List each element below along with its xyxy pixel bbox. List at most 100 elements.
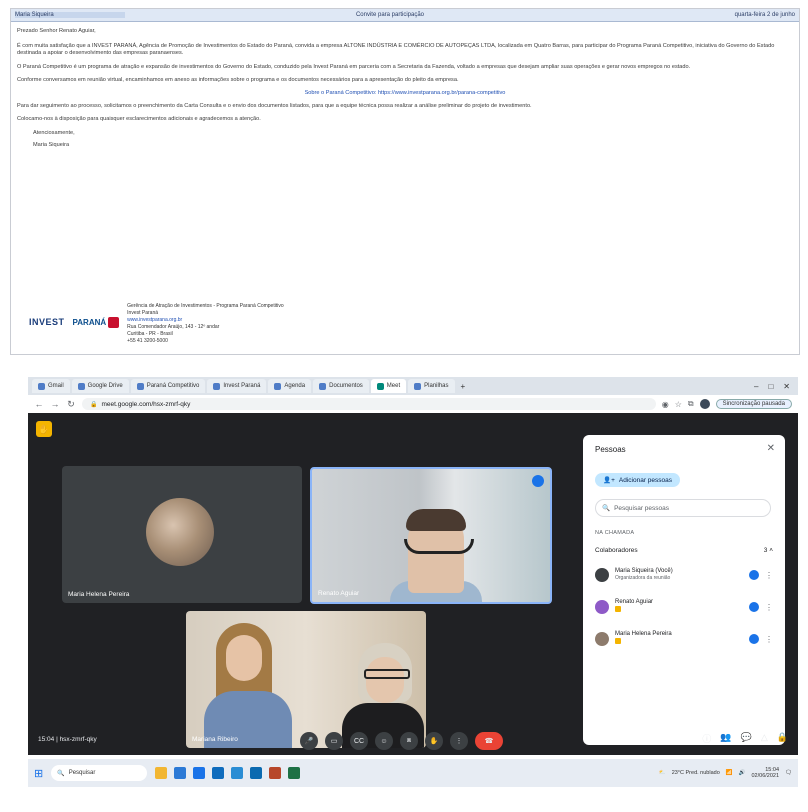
tab-label: Invest Paraná [223,383,261,389]
contributors-group[interactable]: Colaboradores 3 ˄ [595,543,773,557]
email-header-bar: Maria Siqueira Convite para participação… [11,9,799,22]
taskbar-date: 02/06/2021 [751,773,780,779]
close-window-icon[interactable]: ✕ [779,382,794,391]
participant-tile-speaking[interactable]: Renato Aguiar [310,467,552,604]
edge-icon[interactable] [193,767,206,779]
sig-line: Invest Paraná [127,310,159,316]
more-options-icon[interactable]: ⋮ [765,603,773,612]
maximize-icon[interactable]: □ [764,382,777,391]
more-options-icon[interactable]: ⋮ [765,635,773,644]
chat-icon[interactable]: 💬 [741,732,752,745]
windows-start-icon[interactable]: ⊞ [34,767,43,780]
browser-tab[interactable]: Planilhas [408,379,455,393]
navigation-bar: ← → ↻ 🔒 meet.google.com/hsx-zmrf-qky ◉ ☆… [28,395,798,414]
taskbar-clock[interactable]: 15:04 02/06/2021 [751,767,779,779]
sync-paused-pill[interactable]: Sincronização pausada [715,399,792,409]
email-link-paragraph[interactable]: Sobre o Paraná Competitivo: https://www.… [17,90,793,97]
headset-graphic [404,539,474,554]
lock-icon: 🔒 [90,401,98,408]
email-greeting: Prezado Senhor Renato Aguiar, [17,28,96,34]
email-from[interactable]: Maria Siqueira [15,12,125,18]
profile-avatar[interactable] [699,399,710,409]
reload-icon[interactable]: ↻ [66,399,76,410]
extensions-icon[interactable]: ⧉ [688,399,694,409]
tab-favicon-icon [38,382,45,390]
weather-icon[interactable]: ⛅ [659,770,666,776]
search-people-input[interactable]: 🔍 Pesquisar pessoas [595,499,771,517]
widgets-icon[interactable] [155,767,168,779]
signature-block: INVEST PARANÁ Gerência de Atração de Inv… [29,303,284,345]
bookmark-star-icon[interactable]: ☆ [675,400,682,409]
browser-tab[interactable]: Invest Paraná [207,379,267,393]
browser-tab[interactable]: Agenda [268,379,312,393]
sig-line: +55 41 3200-5000 [127,338,168,344]
notifications-icon[interactable]: 🗨 [785,770,792,776]
participant-row[interactable]: Renato Aguiar ⋮ [595,595,773,619]
email-signature: Maria Siqueira [33,141,70,148]
end-call-button[interactable]: ☎ [475,732,503,750]
camera-permission-icon[interactable]: ◉ [662,400,669,409]
captions-button[interactable]: CC [350,732,368,750]
lock-host-icon[interactable]: 🔒 [777,732,788,745]
add-person-icon: 👤+ [603,477,615,484]
people-icon[interactable]: 👥 [720,732,731,745]
address-bar[interactable]: 🔒 meet.google.com/hsx-zmrf-qky [82,398,656,410]
mic-button[interactable]: 🎤 [300,732,318,750]
tab-favicon-icon [136,382,144,390]
meet-call-area: ✋ Maria Helena Pereira Renato Aguiar Mar… [28,413,798,755]
raise-hand-button[interactable]: ✋ [425,732,443,750]
parana-seal-icon [108,317,120,328]
close-icon[interactable]: ✕ [767,443,775,454]
info-icon[interactable]: ⓘ [702,732,711,745]
browser-tab[interactable]: Documentos [313,379,369,393]
search-placeholder: Pesquisar pessoas [614,504,670,512]
minimize-icon[interactable]: – [750,382,762,391]
taskbar-search[interactable]: 🔍 Pesquisar [51,765,148,781]
participant-tile[interactable]: Maria Helena Pereira [62,466,302,603]
sig-line: Curitiba - PR - Brasil [127,331,173,337]
emoji-button[interactable]: ☺ [375,732,393,750]
browser-tab[interactable]: Google Drive [71,379,129,393]
excel-icon[interactable] [288,767,301,779]
powerpoint-icon[interactable] [269,767,282,779]
camera-button[interactable]: ▭ [325,732,343,750]
hand-raised-icon [615,606,621,612]
search-icon: 🔍 [57,770,65,777]
new-tab-icon[interactable]: + [457,382,470,391]
word-icon[interactable] [250,767,263,779]
activities-icon[interactable]: △ [761,732,768,745]
add-people-button[interactable]: 👤+ Adicionar pessoas [595,473,681,487]
back-icon[interactable]: ← [34,399,44,409]
tab-label: Gmail [48,383,64,389]
sig-link[interactable]: www.investparana.org.br [127,317,283,324]
volume-icon[interactable]: 🔊 [739,770,746,776]
sig-line: Rua Comendador Araújo, 143 - 12º andar [127,324,220,330]
chevron-up-icon: ˄ [769,546,773,554]
tab-bar: Gmail Google Drive Paraná Competitivo In… [28,377,798,395]
tab-favicon-icon [319,382,327,390]
section-label: NA CHAMADA [595,530,635,536]
task-view-icon[interactable] [174,767,187,779]
participant-row[interactable]: Maria Siqueira (Você) Organizadora da reu… [595,563,773,587]
more-options-icon[interactable]: ⋮ [765,571,773,580]
weather-text[interactable]: 23°C Pred. nublado [672,770,720,776]
network-icon[interactable]: 📶 [726,770,733,776]
tab-label: Meet [386,383,401,389]
meet-logo-icon: ✋ [36,421,52,437]
participant-row[interactable]: Maria Helena Pereira ⋮ [595,627,773,651]
browser-tab[interactable]: Gmail [32,379,70,393]
present-button[interactable]: ⧈ [400,732,418,750]
avatar [595,632,609,646]
participant-row-name: Maria Siqueira (Você) [615,568,673,574]
email-paragraph: Colocamo-nos à disposição para quaisquer… [17,116,261,123]
more-options-button[interactable]: ⋮ [450,732,468,750]
forward-icon[interactable]: → [50,399,60,409]
people-panel: Pessoas ✕ 👤+ Adicionar pessoas 🔍 Pesquis… [583,435,785,745]
browser-tab[interactable]: Paraná Competitivo [130,379,206,393]
meet-favicon-icon [376,382,384,390]
outlook-icon[interactable] [231,767,244,779]
tab-label: Documentos [329,383,363,389]
file-explorer-icon[interactable] [212,767,225,779]
browser-tab-active[interactable]: Meet [370,379,407,393]
email-closing: Atenciosamente, [33,129,75,136]
